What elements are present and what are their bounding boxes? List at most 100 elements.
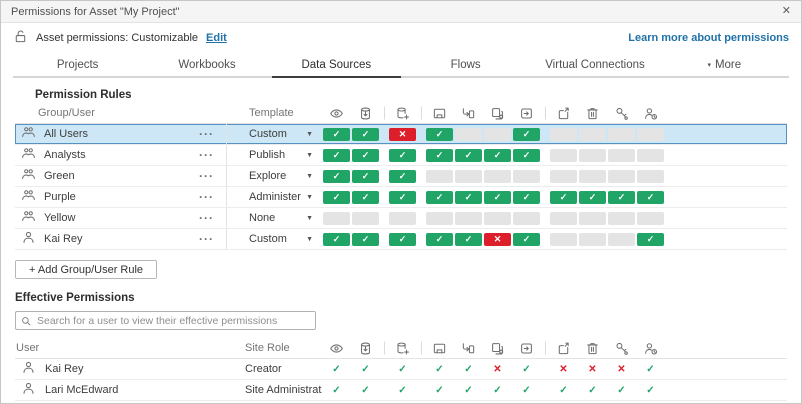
capability-change-owner-none[interactable]	[637, 170, 664, 183]
capability-delete-none[interactable]	[579, 149, 606, 162]
group-icon	[21, 188, 36, 206]
capability-connect-none[interactable]	[352, 212, 379, 225]
rule-row[interactable]: Green ··· Explore ▼ ✓✓✓	[15, 166, 787, 187]
row-menu-button[interactable]: ···	[199, 212, 214, 224]
template-select[interactable]: Publish ▼	[227, 149, 323, 161]
tab-virtual-connections[interactable]: Virtual Connections	[530, 53, 659, 78]
capability-move-none[interactable]	[550, 233, 577, 246]
capability-move-allow[interactable]: ✓	[550, 191, 577, 204]
capability-delete-deny: ✕	[588, 364, 596, 375]
tab-workbooks[interactable]: Workbooks	[142, 53, 271, 78]
capability-move-none[interactable]	[550, 128, 577, 141]
capability-set-permissions-none[interactable]	[608, 170, 635, 183]
capability-publish-allow[interactable]: ✓	[455, 149, 482, 162]
capability-save-allow[interactable]: ✓	[389, 149, 416, 162]
capability-set-permissions-none[interactable]	[608, 149, 635, 162]
capability-duplicate-allow[interactable]: ✓	[484, 149, 511, 162]
capability-change-owner-none[interactable]	[637, 128, 664, 141]
row-menu-button[interactable]: ···	[199, 191, 214, 203]
close-icon[interactable]: ✕	[782, 6, 791, 17]
capability-download-none[interactable]	[426, 170, 453, 183]
capability-move-none[interactable]	[550, 212, 577, 225]
capability-change-owner-allow[interactable]: ✓	[637, 233, 664, 246]
capability-delete-none[interactable]	[579, 170, 606, 183]
row-menu-button[interactable]: ···	[199, 170, 214, 182]
permission-rules-table: Group/User Template All Users ··· Custom…	[15, 103, 787, 250]
template-select[interactable]: Custom ▼	[227, 233, 323, 245]
capability-download-allow[interactable]: ✓	[426, 128, 453, 141]
capability-publish-none[interactable]	[455, 128, 482, 141]
template-select[interactable]: None ▼	[227, 212, 323, 224]
capability-connect-allow[interactable]: ✓	[352, 128, 379, 141]
capability-set-permissions-none[interactable]	[608, 233, 635, 246]
capability-delete-none[interactable]	[579, 233, 606, 246]
search-input[interactable]	[37, 315, 311, 327]
edit-link[interactable]: Edit	[206, 32, 227, 44]
capability-download-none[interactable]	[426, 212, 453, 225]
rule-row[interactable]: Kai Rey ··· Custom ▼ ✓✓✓✓✓✕✓✓	[15, 229, 787, 250]
capability-view-allow[interactable]: ✓	[323, 191, 350, 204]
tab-projects[interactable]: Projects	[13, 53, 142, 78]
capability-connect-allow[interactable]: ✓	[352, 170, 379, 183]
capability-duplicate-deny[interactable]: ✕	[484, 233, 511, 246]
capability-view-allow[interactable]: ✓	[323, 149, 350, 162]
row-menu-button[interactable]: ···	[199, 233, 214, 245]
capability-change-owner-allow[interactable]: ✓	[637, 191, 664, 204]
capability-overwrite-none[interactable]	[513, 212, 540, 225]
capability-download-allow[interactable]: ✓	[426, 191, 453, 204]
capability-download-allow[interactable]: ✓	[426, 149, 453, 162]
capability-move-none[interactable]	[550, 149, 577, 162]
capability-change-owner-none[interactable]	[637, 212, 664, 225]
template-select[interactable]: Administer ▼	[227, 191, 323, 203]
row-menu-button[interactable]: ···	[199, 149, 214, 161]
capability-move-none[interactable]	[550, 170, 577, 183]
tab-flows[interactable]: Flows	[401, 53, 530, 78]
capability-delete-none[interactable]	[579, 212, 606, 225]
capability-save-none[interactable]	[389, 212, 416, 225]
tab-data-sources[interactable]: Data Sources	[272, 53, 401, 78]
template-select[interactable]: Explore ▼	[227, 170, 323, 182]
capability-save-allow: ✓	[398, 385, 406, 396]
capability-change-owner-none[interactable]	[637, 149, 664, 162]
capability-save-allow[interactable]: ✓	[389, 233, 416, 246]
capability-publish-allow[interactable]: ✓	[455, 233, 482, 246]
capability-overwrite-allow[interactable]: ✓	[513, 191, 540, 204]
rule-row[interactable]: All Users ··· Custom ▼ ✓✓✕✓✓	[15, 124, 787, 145]
capability-duplicate-allow[interactable]: ✓	[484, 191, 511, 204]
capability-duplicate-none[interactable]	[484, 212, 511, 225]
tab-more[interactable]: ▾More	[660, 53, 789, 78]
capability-duplicate-none[interactable]	[484, 170, 511, 183]
rule-row[interactable]: Analysts ··· Publish ▼ ✓✓✓✓✓✓✓	[15, 145, 787, 166]
capability-overwrite-allow[interactable]: ✓	[513, 233, 540, 246]
capability-connect-allow[interactable]: ✓	[352, 149, 379, 162]
capability-connect-allow[interactable]: ✓	[352, 233, 379, 246]
capability-publish-none[interactable]	[455, 212, 482, 225]
capability-duplicate-none[interactable]	[484, 128, 511, 141]
capability-overwrite-none[interactable]	[513, 170, 540, 183]
capability-publish-none[interactable]	[455, 170, 482, 183]
capability-save-deny[interactable]: ✕	[389, 128, 416, 141]
capability-download-allow[interactable]: ✓	[426, 233, 453, 246]
capability-delete-none[interactable]	[579, 128, 606, 141]
add-group-user-rule-button[interactable]: + Add Group/User Rule	[15, 260, 157, 279]
capability-overwrite-allow[interactable]: ✓	[513, 128, 540, 141]
capability-connect-allow[interactable]: ✓	[352, 191, 379, 204]
capability-publish-allow[interactable]: ✓	[455, 191, 482, 204]
capability-set-permissions-none[interactable]	[608, 128, 635, 141]
capability-save-allow[interactable]: ✓	[389, 191, 416, 204]
learn-more-link[interactable]: Learn more about permissions	[628, 32, 789, 44]
rule-row[interactable]: Purple ··· Administer ▼ ✓✓✓✓✓✓✓✓✓✓✓	[15, 187, 787, 208]
capability-view-allow[interactable]: ✓	[323, 128, 350, 141]
capability-set-permissions-none[interactable]	[608, 212, 635, 225]
group-icon	[21, 167, 36, 185]
capability-view-allow[interactable]: ✓	[323, 233, 350, 246]
capability-view-none[interactable]	[323, 212, 350, 225]
rule-row[interactable]: Yellow ··· None ▼	[15, 208, 787, 229]
capability-save-allow[interactable]: ✓	[389, 170, 416, 183]
row-menu-button[interactable]: ···	[199, 128, 214, 140]
capability-view-allow[interactable]: ✓	[323, 170, 350, 183]
template-select[interactable]: Custom ▼	[227, 128, 323, 140]
capability-overwrite-allow[interactable]: ✓	[513, 149, 540, 162]
capability-set-permissions-allow[interactable]: ✓	[608, 191, 635, 204]
capability-delete-allow[interactable]: ✓	[579, 191, 606, 204]
